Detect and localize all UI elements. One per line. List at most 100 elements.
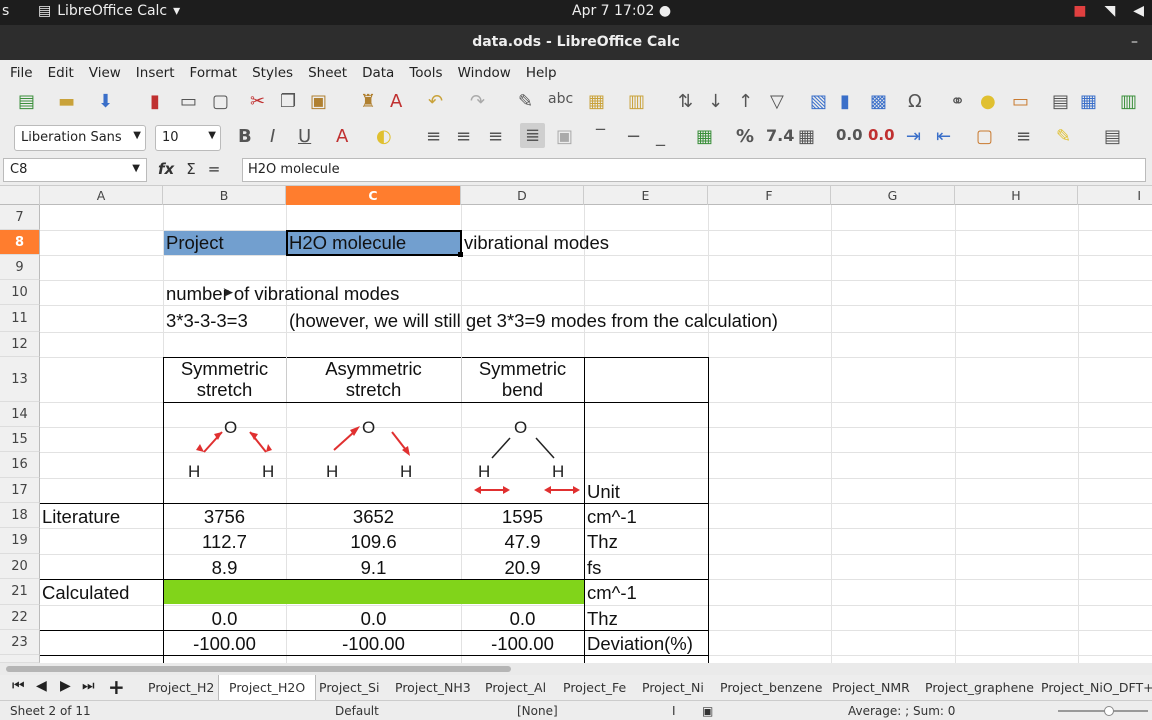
sheet-tab[interactable]: Project_NiO_DFT+U <box>1041 680 1152 695</box>
cell-d20[interactable]: 20.9 <box>461 557 584 579</box>
menu-file[interactable]: File <box>10 65 33 81</box>
highlight-icon[interactable]: ◐ <box>376 126 392 147</box>
cell-c20[interactable]: 9.1 <box>286 557 461 579</box>
italic-icon[interactable]: I <box>270 126 275 147</box>
minimize-button[interactable]: – <box>1131 25 1138 60</box>
row-header[interactable]: 11 <box>0 305 40 332</box>
clone-format-icon[interactable]: ♜ <box>360 91 376 112</box>
column-header[interactable]: F <box>708 186 831 205</box>
clock[interactable]: Apr 7 17:02 ● <box>572 3 671 19</box>
special-character-icon[interactable]: Ω <box>908 91 922 112</box>
align-right-icon[interactable]: ≡ <box>488 126 503 147</box>
last-sheet-icon[interactable]: ⏭ <box>82 678 95 694</box>
menu-format[interactable]: Format <box>190 65 238 81</box>
next-sheet-icon[interactable]: ▶ <box>60 678 71 694</box>
cell-e22[interactable]: Thz <box>587 608 618 630</box>
align-top-icon[interactable]: ‾ <box>596 126 605 147</box>
row-header[interactable]: 10 <box>0 280 40 305</box>
sum-icon[interactable]: Σ <box>186 160 195 178</box>
sheet-tab-active[interactable]: Project_H2O <box>218 675 317 700</box>
menu-window[interactable]: Window <box>458 65 511 81</box>
sort-descending-icon[interactable]: ↑ <box>738 91 753 112</box>
hyperlink-icon[interactable]: ⚭ <box>950 91 965 112</box>
cell-a18[interactable]: Literature <box>42 506 120 528</box>
align-bottom-icon[interactable]: _ <box>656 126 665 147</box>
row-header[interactable]: 9 <box>0 255 40 280</box>
cell-e18[interactable]: cm^-1 <box>587 506 637 528</box>
formula-icon[interactable]: = <box>208 160 221 178</box>
row-header[interactable]: 21 <box>0 579 40 605</box>
header-asymmetric-stretch[interactable]: Asymmetric stretch <box>286 358 461 400</box>
zoom-slider[interactable] <box>1058 710 1148 712</box>
freeze-rows-icon[interactable]: ▦ <box>1080 91 1097 112</box>
font-name-box[interactable]: Liberation Sans ▼ <box>14 125 146 151</box>
cell-d23[interactable]: -100.00 <box>461 633 584 655</box>
merge-cells-icon[interactable]: ▣ <box>556 126 573 147</box>
row-header[interactable]: 22 <box>0 605 40 630</box>
cell-d8[interactable]: vibrational modes <box>464 232 609 254</box>
menu-help[interactable]: Help <box>526 65 557 81</box>
cell-e20[interactable]: fs <box>587 557 601 579</box>
column-icon[interactable]: ▥ <box>628 91 645 112</box>
pivot-table-icon[interactable]: ▩ <box>870 91 887 112</box>
percent-format-icon[interactable]: % <box>736 126 754 147</box>
cell-a21[interactable]: Calculated <box>42 582 129 604</box>
scrollbar-thumb[interactable] <box>6 666 511 672</box>
cut-icon[interactable]: ✂ <box>250 91 265 112</box>
open-folder-icon[interactable]: ▬ <box>58 91 75 112</box>
sheet-tab[interactable]: Project_H2 <box>148 680 214 695</box>
row-header[interactable]: 15 <box>0 427 40 452</box>
column-header[interactable]: A <box>40 186 163 205</box>
menu-tools[interactable]: Tools <box>409 65 442 81</box>
redo-icon[interactable]: ↷ <box>470 91 485 112</box>
insert-image-icon[interactable]: ▧ <box>810 91 827 112</box>
print-preview-icon[interactable]: ▢ <box>212 91 229 112</box>
first-sheet-icon[interactable]: ⏮ <box>12 678 25 694</box>
cell-c18[interactable]: 3652 <box>286 506 461 528</box>
cell-d19[interactable]: 47.9 <box>461 531 584 553</box>
sheet-tab[interactable]: Project_Si <box>319 680 379 695</box>
align-center-icon[interactable]: ≡ <box>456 126 471 147</box>
cell-b8[interactable]: Project <box>166 232 224 254</box>
sheet-tab[interactable]: Project_Fe <box>563 680 626 695</box>
cell-d18[interactable]: 1595 <box>461 506 584 528</box>
column-header[interactable]: I <box>1078 186 1152 205</box>
column-header[interactable]: C <box>286 186 461 205</box>
currency-format-icon[interactable]: ▦ <box>696 126 713 147</box>
cell-b20[interactable]: 8.9 <box>163 557 286 579</box>
column-header[interactable]: E <box>584 186 708 205</box>
cell-b10[interactable]: number of vibrational modes <box>166 283 399 305</box>
add-sheet-icon[interactable]: + <box>108 675 125 699</box>
font-size-box[interactable]: 10 ▼ <box>155 125 221 151</box>
headers-footers-icon[interactable]: ▭ <box>1012 91 1029 112</box>
underline-icon[interactable]: U <box>298 126 311 147</box>
cell-c8[interactable]: H2O molecule <box>289 232 406 254</box>
language-indicator[interactable]: [None] <box>517 704 558 718</box>
cell-e17[interactable]: Unit <box>587 481 620 503</box>
sum-summary[interactable]: Average: ; Sum: 0 <box>848 704 955 718</box>
cell-b19[interactable]: 112.7 <box>163 531 286 553</box>
comment-icon[interactable]: ● <box>980 91 996 112</box>
paste-icon[interactable]: ▣ <box>310 91 327 112</box>
copy-icon[interactable]: ❐ <box>280 91 296 112</box>
conditional-format-icon[interactable]: ▤ <box>1104 126 1121 147</box>
cell-b22[interactable]: 0.0 <box>163 608 286 630</box>
menu-styles[interactable]: Styles <box>252 65 293 81</box>
sort-ascending-icon[interactable]: ↓ <box>708 91 723 112</box>
sheet-tab[interactable]: Project_NH3 <box>395 680 471 695</box>
save-icon[interactable]: ⬇ <box>98 91 113 112</box>
bold-icon[interactable]: B <box>238 126 252 147</box>
previous-sheet-icon[interactable]: ◀ <box>36 678 47 694</box>
cell-e21[interactable]: cm^-1 <box>587 582 637 604</box>
row-header[interactable]: 8 <box>0 230 40 255</box>
spreadsheet-grid[interactable]: Project H2O molecule vibrational modes n… <box>40 205 1152 663</box>
delete-decimal-icon[interactable]: 0.0 <box>868 126 895 144</box>
row-header[interactable] <box>0 655 40 663</box>
row-header[interactable]: 20 <box>0 554 40 579</box>
cell-b23[interactable]: -100.00 <box>163 633 286 655</box>
row-header[interactable]: 13 <box>0 357 40 402</box>
formula-input[interactable]: H2O molecule <box>242 158 1146 182</box>
find-replace-icon[interactable]: ✎ <box>518 91 533 112</box>
column-header[interactable]: H <box>955 186 1078 205</box>
sort-icon[interactable]: ⇅ <box>678 91 693 112</box>
